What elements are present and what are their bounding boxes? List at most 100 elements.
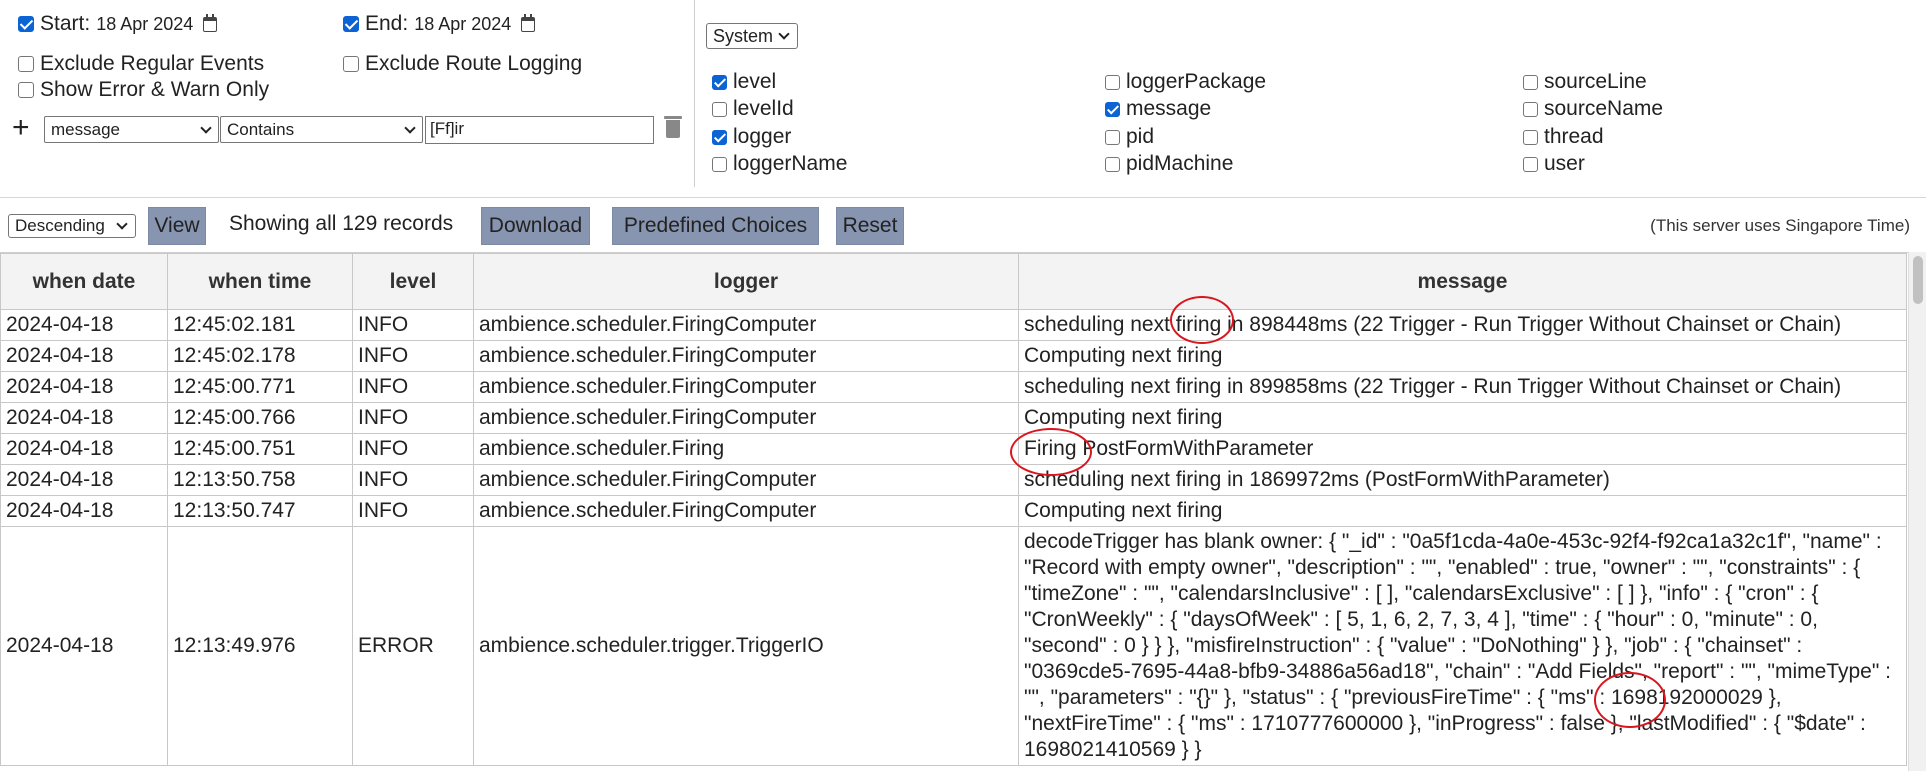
field-checkbox[interactable]: [712, 101, 727, 117]
field-option-thread[interactable]: thread: [1523, 125, 1604, 149]
cell-message: Computing next firing: [1018, 340, 1907, 372]
cell-date: 2024-04-18: [0, 340, 168, 372]
field-checkbox[interactable]: [1523, 156, 1538, 172]
field-checkbox[interactable]: [1105, 74, 1120, 90]
table-scrollbar[interactable]: [1908, 252, 1926, 771]
field-option-sourceline[interactable]: sourceLine: [1523, 70, 1647, 94]
chevron-down-icon: [778, 28, 790, 40]
cell-logger: ambience.scheduler.Firing: [473, 433, 1019, 465]
field-label: loggerName: [733, 152, 848, 175]
exclude-regular-checkbox[interactable]: [18, 56, 34, 72]
table-row[interactable]: 2024-04-18 12:45:00.771 INFO ambience.sc…: [0, 371, 1907, 403]
error-warn-checkbox[interactable]: [18, 82, 34, 98]
column-group-select[interactable]: System: [706, 23, 798, 49]
field-checkbox[interactable]: [1523, 129, 1538, 145]
cell-message: decodeTrigger has blank owner: { "_id" :…: [1018, 526, 1907, 766]
cell-logger: ambience.scheduler.FiringComputer: [473, 340, 1019, 372]
end-checkbox[interactable]: [343, 16, 359, 32]
header-message[interactable]: message: [1018, 253, 1907, 310]
exclude-route-label: Exclude Route Logging: [365, 52, 583, 75]
field-label: pid: [1126, 125, 1155, 148]
error-warn-label: Show Error & Warn Only: [40, 78, 270, 101]
records-count: Showing all 129 records: [229, 212, 454, 235]
field-option-sourcename[interactable]: sourceName: [1523, 97, 1663, 121]
chevron-down-icon: [404, 122, 416, 134]
header-when-time[interactable]: when time: [167, 253, 353, 310]
cell-message: Firing PostFormWithParameter: [1018, 433, 1907, 465]
header-when-date[interactable]: when date: [0, 253, 168, 310]
field-checkbox[interactable]: [712, 74, 727, 90]
table-row[interactable]: 2024-04-18 12:45:00.751 INFO ambience.sc…: [0, 433, 1907, 465]
field-option-levelid[interactable]: levelId: [712, 97, 794, 121]
condition-value-input[interactable]: [Ff]ir: [425, 116, 654, 144]
field-checkbox[interactable]: [1523, 101, 1538, 117]
table-row[interactable]: 2024-04-18 12:45:02.178 INFO ambience.sc…: [0, 340, 1907, 372]
cell-logger: ambience.scheduler.trigger.TriggerIO: [473, 526, 1019, 766]
field-checkbox[interactable]: [1523, 74, 1538, 90]
scrollbar-thumb[interactable]: [1913, 256, 1923, 304]
field-option-pidmachine[interactable]: pidMachine: [1105, 152, 1233, 176]
calendar-icon[interactable]: [521, 13, 536, 32]
column-group-value: System: [713, 25, 774, 46]
condition-operator-value: Contains: [227, 119, 295, 139]
exclude-route-checkbox[interactable]: [343, 56, 359, 72]
chevron-down-icon: [200, 122, 212, 134]
field-label: loggerPackage: [1126, 70, 1267, 93]
cell-time: 12:45:02.178: [167, 340, 353, 372]
field-option-message[interactable]: message: [1105, 97, 1211, 121]
exclude-regular-option: Exclude Regular Events: [18, 52, 264, 76]
reset-button[interactable]: Reset: [836, 207, 904, 245]
cell-time: 12:13:50.747: [167, 495, 353, 527]
cell-date: 2024-04-18: [0, 433, 168, 465]
cell-time: 12:13:49.976: [167, 526, 353, 766]
view-button[interactable]: View: [148, 207, 206, 245]
filter-area: Start: 18 Apr 2024 End: 18 Apr 2024 Excl…: [0, 0, 1926, 198]
field-checkbox[interactable]: [1105, 129, 1120, 145]
end-filter: End: 18 Apr 2024: [343, 12, 536, 36]
field-label: thread: [1544, 125, 1604, 148]
field-option-logger[interactable]: logger: [712, 125, 791, 149]
field-option-pid[interactable]: pid: [1105, 125, 1154, 149]
predefined-choices-button[interactable]: Predefined Choices: [612, 207, 819, 245]
table-row[interactable]: 2024-04-18 12:13:49.976 ERROR ambience.s…: [0, 526, 1907, 766]
cell-date: 2024-04-18: [0, 309, 168, 341]
table-row[interactable]: 2024-04-18 12:13:50.747 INFO ambience.sc…: [0, 495, 1907, 527]
field-option-level[interactable]: level: [712, 70, 776, 94]
start-checkbox[interactable]: [18, 16, 34, 32]
cell-date: 2024-04-18: [0, 402, 168, 434]
start-date[interactable]: 18 Apr 2024: [96, 14, 193, 35]
condition-operator-select[interactable]: Contains: [220, 116, 423, 143]
trash-icon[interactable]: [664, 116, 682, 138]
cell-level: INFO: [352, 402, 474, 434]
cell-date: 2024-04-18: [0, 464, 168, 496]
field-label: level: [733, 70, 777, 93]
condition-field-select[interactable]: message: [44, 116, 219, 143]
download-button[interactable]: Download: [481, 207, 590, 245]
end-date[interactable]: 18 Apr 2024: [414, 14, 511, 35]
field-checkbox[interactable]: [1105, 101, 1120, 117]
cell-level: INFO: [352, 433, 474, 465]
sort-order-select[interactable]: Descending: [8, 214, 136, 238]
header-level[interactable]: level: [352, 253, 474, 310]
header-logger[interactable]: logger: [473, 253, 1019, 310]
table-row[interactable]: 2024-04-18 12:13:50.758 INFO ambience.sc…: [0, 464, 1907, 496]
add-condition-icon[interactable]: +: [12, 113, 30, 143]
field-checkbox[interactable]: [712, 129, 727, 145]
field-option-loggerpackage[interactable]: loggerPackage: [1105, 70, 1266, 94]
error-warn-option: Show Error & Warn Only: [18, 78, 269, 102]
cell-level: INFO: [352, 340, 474, 372]
exclude-regular-label: Exclude Regular Events: [40, 52, 265, 75]
filter-panel: Start: 18 Apr 2024 End: 18 Apr 2024 Excl…: [0, 0, 695, 187]
cell-logger: ambience.scheduler.FiringComputer: [473, 402, 1019, 434]
calendar-icon[interactable]: [203, 13, 218, 32]
table-row[interactable]: 2024-04-18 12:45:00.766 INFO ambience.sc…: [0, 402, 1907, 434]
field-option-loggername[interactable]: loggerName: [712, 152, 847, 176]
cell-level: INFO: [352, 495, 474, 527]
table-row[interactable]: 2024-04-18 12:45:02.181 INFO ambience.sc…: [0, 309, 1907, 341]
field-checkbox[interactable]: [712, 156, 727, 172]
field-option-user[interactable]: user: [1523, 152, 1585, 176]
cell-time: 12:45:02.181: [167, 309, 353, 341]
field-checkbox[interactable]: [1105, 156, 1120, 172]
cell-logger: ambience.scheduler.FiringComputer: [473, 464, 1019, 496]
highlight-circle: [1010, 428, 1092, 476]
